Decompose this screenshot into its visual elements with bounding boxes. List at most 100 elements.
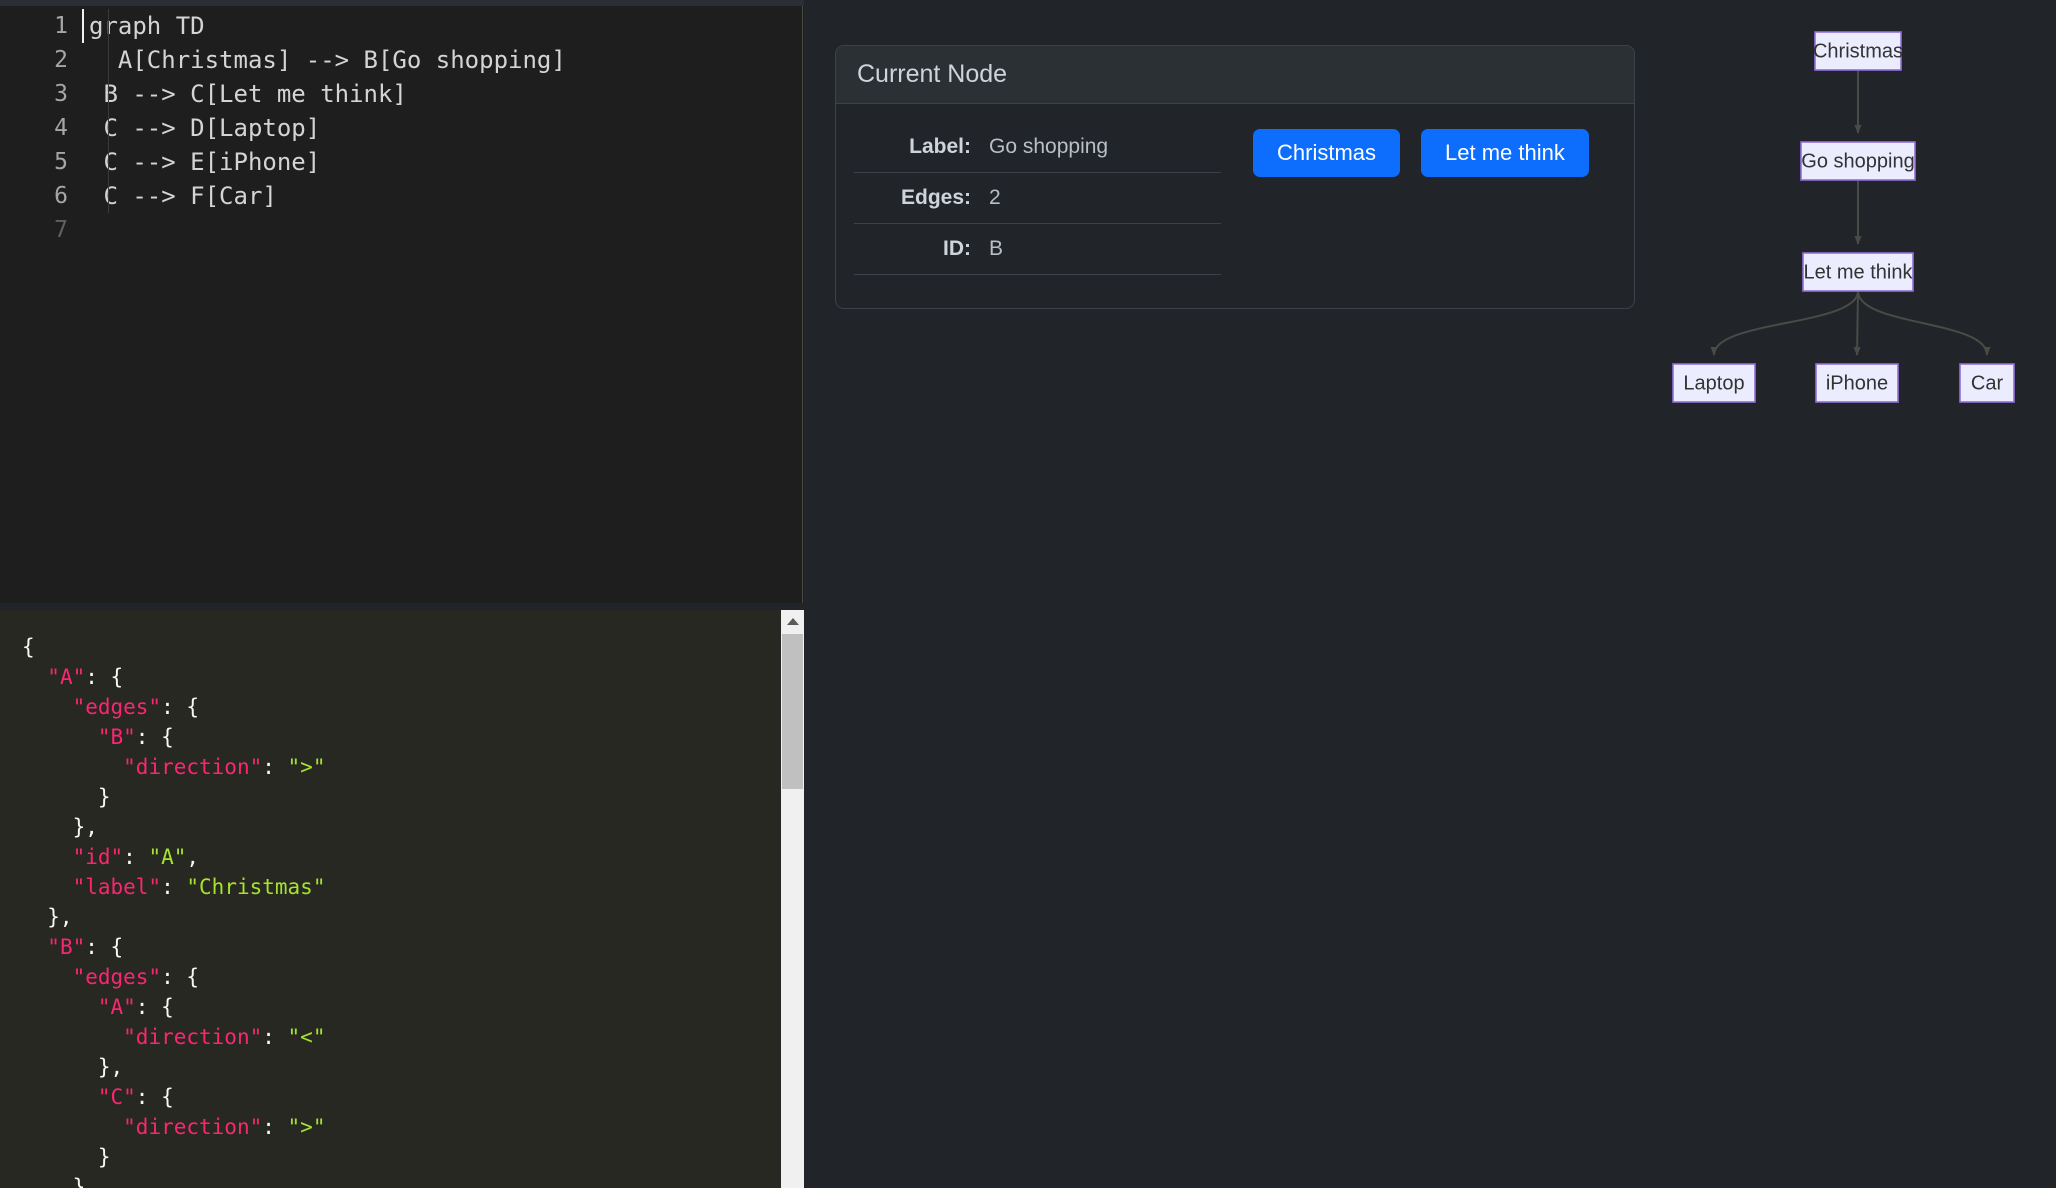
code-line-text[interactable]: A[Christmas] --> B[Go shopping] <box>84 43 804 77</box>
json-token-punct <box>22 845 73 869</box>
diagram-node-label: iPhone <box>1826 372 1888 394</box>
line-number: 3 <box>0 77 84 111</box>
diagram-node-label: Laptop <box>1683 372 1744 394</box>
json-token-key: "C" <box>98 1085 136 1109</box>
json-line: "edges": { <box>22 962 804 992</box>
diagram-node-D[interactable]: Laptop <box>1673 364 1755 402</box>
json-token-str: "Christmas" <box>186 875 325 899</box>
node-field-row: Label:Go shopping <box>854 122 1221 173</box>
node-fields-list: Label:Go shoppingEdges:2ID:B <box>836 122 1221 308</box>
code-line-text[interactable]: C --> E[iPhone] <box>84 145 804 179</box>
graph-json-viewer[interactable]: { "A": { "edges": { "B": { "direction": … <box>0 610 804 1188</box>
json-token-punct <box>22 995 98 1019</box>
json-token-punct: : <box>123 845 148 869</box>
code-line[interactable]: 5 C --> E[iPhone] <box>0 145 804 179</box>
json-token-punct: : { <box>161 695 199 719</box>
json-token-punct <box>22 665 47 689</box>
diagram-edge-C-F <box>1858 291 1987 355</box>
code-lines-container[interactable]: 1graph TD2 A[Christmas] --> B[Go shoppin… <box>0 9 804 247</box>
json-line: "direction": ">" <box>22 1112 804 1142</box>
code-line-text[interactable]: graph TD <box>82 9 804 43</box>
line-number: 1 <box>0 9 84 43</box>
scroll-up-button[interactable] <box>781 610 804 632</box>
code-line[interactable]: 4 C --> D[Laptop] <box>0 111 804 145</box>
json-token-key: "B" <box>98 725 136 749</box>
json-token-punct: }, <box>22 815 98 839</box>
diagram-node-F[interactable]: Car <box>1960 364 2014 402</box>
json-line: "direction": ">" <box>22 752 804 782</box>
node-field-label: ID: <box>854 237 989 261</box>
current-node-body: Label:Go shoppingEdges:2ID:B ChristmasLe… <box>836 104 1634 308</box>
chevron-up-icon <box>787 618 799 625</box>
json-scrollbar[interactable] <box>781 610 804 1188</box>
json-token-punct <box>22 965 73 989</box>
json-token-punct: : { <box>85 665 123 689</box>
json-token-str: ">" <box>288 1115 326 1139</box>
json-token-punct <box>22 1115 123 1139</box>
code-line[interactable]: 3 B --> C[Let me think] <box>0 77 804 111</box>
json-content: { "A": { "edges": { "B": { "direction": … <box>0 610 804 1188</box>
node-field-row: ID:B <box>854 224 1221 275</box>
json-line: } <box>22 1172 804 1188</box>
json-line: }, <box>22 1052 804 1082</box>
editor-scroll-area[interactable]: 1graph TD2 A[Christmas] --> B[Go shoppin… <box>0 6 804 603</box>
mermaid-diagram[interactable]: Christmas Go shopping Let me think Laptop iP… <box>1640 18 2056 438</box>
node-field-value: B <box>989 237 1003 261</box>
line-number: 2 <box>0 43 84 77</box>
json-token-punct: }, <box>22 1055 123 1079</box>
page-title: Current Node <box>857 60 1007 89</box>
current-node-card: Current Node Label:Go shoppingEdges:2ID:… <box>835 45 1635 309</box>
json-token-punct: : { <box>136 725 174 749</box>
node-action-buttons: Christmas Let me think <box>1221 122 1634 308</box>
node-nav-button-let-me-think[interactable]: Let me think <box>1421 129 1589 177</box>
json-line: } <box>22 1142 804 1172</box>
json-line: }, <box>22 902 804 932</box>
json-token-punct: { <box>22 635 35 659</box>
node-nav-button-christmas[interactable]: Christmas <box>1253 129 1400 177</box>
json-token-key: "direction" <box>123 1115 262 1139</box>
json-token-punct: : { <box>136 995 174 1019</box>
json-token-str: ">" <box>288 755 326 779</box>
diagram-svg: Christmas Go shopping Let me think Laptop iP… <box>1640 18 2056 438</box>
json-token-key: "edges" <box>73 695 162 719</box>
code-line[interactable]: 1graph TD <box>0 9 804 43</box>
diagram-node-E[interactable]: iPhone <box>1816 364 1898 402</box>
code-line[interactable]: 2 A[Christmas] --> B[Go shopping] <box>0 43 804 77</box>
line-number: 7 <box>0 213 84 247</box>
json-token-key: "B" <box>47 935 85 959</box>
json-token-punct: , <box>186 845 199 869</box>
json-token-punct: } <box>22 1175 85 1188</box>
json-token-punct <box>22 1085 98 1109</box>
json-token-key: "id" <box>73 845 124 869</box>
json-line: "A": { <box>22 662 804 692</box>
pane-divider[interactable] <box>0 603 804 610</box>
json-token-punct <box>22 875 73 899</box>
json-token-punct <box>22 755 123 779</box>
json-token-punct: } <box>22 785 111 809</box>
json-lines-container: { "A": { "edges": { "B": { "direction": … <box>22 632 804 1188</box>
json-token-punct: : <box>262 755 287 779</box>
node-field-label: Edges: <box>854 186 989 210</box>
code-line-text[interactable]: C --> D[Laptop] <box>84 111 804 145</box>
diagram-node-A[interactable]: Christmas <box>1813 32 1903 70</box>
diagram-node-label: Go shopping <box>1801 150 1914 172</box>
scrollbar-thumb[interactable] <box>782 634 803 789</box>
json-line: "direction": "<" <box>22 1022 804 1052</box>
diagram-node-B[interactable]: Go shopping <box>1801 142 1915 180</box>
code-line-text[interactable]: B --> C[Let me think] <box>84 77 804 111</box>
diagram-node-C[interactable]: Let me think <box>1803 253 1913 291</box>
node-field-row: Edges:2 <box>854 173 1221 224</box>
json-token-key: "edges" <box>73 965 162 989</box>
code-line-text[interactable]: C --> F[Car] <box>84 179 804 213</box>
code-line[interactable]: 7 <box>0 213 804 247</box>
json-token-punct: : { <box>161 965 199 989</box>
node-field-value: Go shopping <box>989 135 1108 159</box>
json-token-punct: } <box>22 1145 111 1169</box>
app-root: 1graph TD2 A[Christmas] --> B[Go shoppin… <box>0 0 2056 1188</box>
json-token-key: "A" <box>98 995 136 1019</box>
mermaid-code-editor[interactable]: 1graph TD2 A[Christmas] --> B[Go shoppin… <box>0 6 804 603</box>
code-line[interactable]: 6 C --> F[Car] <box>0 179 804 213</box>
json-token-punct: : <box>161 875 186 899</box>
diagram-nodes: Christmas Go shopping Let me think Laptop iP… <box>1673 32 2014 402</box>
node-field-value: 2 <box>989 186 1001 210</box>
